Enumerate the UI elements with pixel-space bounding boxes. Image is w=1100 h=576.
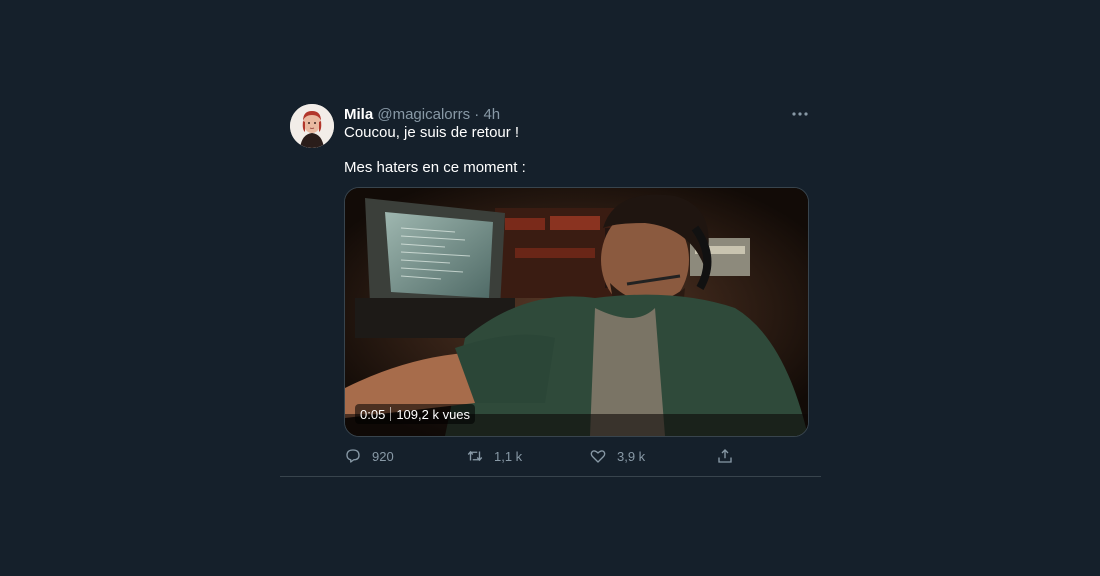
- tweet-header: Mila @magicalorrs · 4h: [344, 105, 500, 125]
- more-options-button[interactable]: [788, 104, 812, 124]
- author-name[interactable]: Mila: [344, 106, 373, 123]
- video-thumbnail: [345, 188, 808, 436]
- video-duration: 0:05: [360, 406, 386, 422]
- header-separator: ·: [474, 106, 480, 123]
- more-horizontal-icon: [792, 112, 808, 116]
- share-upload-icon: [718, 449, 732, 463]
- video-info-overlay: 0:05 109,2 k vues: [355, 404, 476, 424]
- like-count: 3,9 k: [617, 448, 646, 464]
- tweet[interactable]: Mila @magicalorrs · 4h Coucou, je suis d…: [280, 96, 821, 477]
- retweet-count: 1,1 k: [494, 448, 523, 464]
- heart-icon: [590, 450, 606, 463]
- avatar[interactable]: [290, 104, 334, 148]
- retweet-arrows-icon: [467, 450, 483, 462]
- retweet-button[interactable]: 1,1 k: [466, 446, 522, 466]
- share-button[interactable]: [716, 446, 744, 466]
- tweet-timestamp[interactable]: 4h: [483, 106, 500, 123]
- speech-bubble-icon: [346, 449, 360, 463]
- tweet-actions: 920 1,1 k 3,9 k: [344, 446, 744, 466]
- like-button[interactable]: 3,9 k: [589, 446, 645, 466]
- video-player[interactable]: 0:05 109,2 k vues: [344, 187, 809, 437]
- reply-button[interactable]: 920: [344, 446, 394, 466]
- author-handle[interactable]: @magicalorrs: [377, 106, 470, 123]
- avatar-image: [290, 104, 334, 148]
- tweet-text-line2: Mes haters en ce moment :: [344, 159, 526, 176]
- overlay-divider: [390, 407, 392, 421]
- video-view-count: 109,2 k vues: [396, 406, 471, 422]
- tweet-text-line1: Coucou, je suis de retour !: [344, 124, 520, 141]
- reply-count: 920: [372, 448, 394, 464]
